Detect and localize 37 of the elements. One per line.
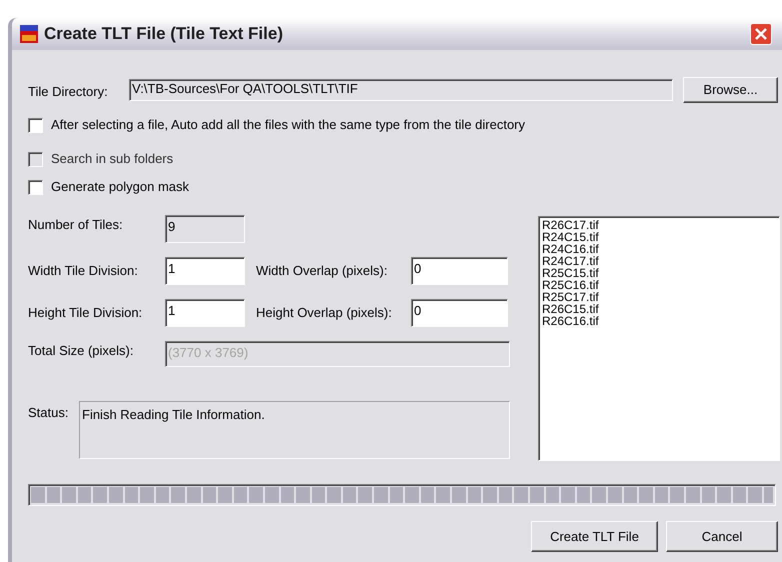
checkbox-label: Search in sub folders <box>51 150 174 168</box>
field-label: Tile Directory: <box>28 83 109 102</box>
checkbox[interactable] <box>28 180 43 194</box>
input-field[interactable]: 1 <box>165 298 245 326</box>
list-item[interactable]: R24C16.tif <box>542 244 779 255</box>
input-field[interactable]: 1 <box>165 256 245 284</box>
list-item[interactable]: R25C16.tif <box>542 280 779 291</box>
input-field[interactable]: 0 <box>411 298 508 326</box>
field-label: Total Size (pixels): <box>28 342 134 360</box>
field-label: Width Tile Division: <box>28 262 139 280</box>
list-item[interactable]: R24C17.tif <box>542 256 779 267</box>
close-button[interactable] <box>750 23 772 45</box>
input-field[interactable]: 9 <box>165 215 245 243</box>
field-label: Height Overlap (pixels): <box>256 304 393 322</box>
checkbox-label: Generate polygon mask <box>51 178 190 196</box>
app-icon <box>20 25 38 43</box>
field-label: Height Tile Division: <box>28 304 144 322</box>
checkbox[interactable] <box>28 118 43 132</box>
list-item[interactable]: R24C15.tif <box>542 232 779 243</box>
field-label: Width Overlap (pixels): <box>256 262 388 280</box>
list-item[interactable]: R26C17.tif <box>542 220 779 231</box>
dialog-button[interactable]: Cancel <box>666 521 778 552</box>
file-list[interactable]: R26C17.tif R24C15.tif R24C16.tif R24C17.tif R25C15.tif R25C16.tif R25C17.tif R26C15.tif R26C16.tif <box>538 216 780 461</box>
input-field[interactable]: V:\TB-Sources\For QA\TOOLS\TLT\TIF <box>129 79 673 101</box>
close-icon <box>755 28 767 40</box>
window-title: Create TLT File (Tile Text File) <box>44 23 283 46</box>
browse-button[interactable]: Browse... <box>683 77 778 103</box>
list-item[interactable]: R26C16.tif <box>542 316 779 327</box>
checkbox-label: After selecting a file, Auto add all the files with the same type from the tile directory <box>51 116 526 134</box>
field-label: Number of Tiles: <box>28 216 124 234</box>
list-item[interactable]: R25C15.tif <box>542 268 779 279</box>
input-field[interactable]: 0 <box>411 256 508 284</box>
list-item[interactable]: R25C17.tif <box>542 292 779 303</box>
field-label: Status: <box>28 404 70 422</box>
list-item[interactable]: R26C15.tif <box>542 304 779 315</box>
status-box: Finish Reading Tile Information. <box>79 401 510 459</box>
dialog-button[interactable]: Create TLT File <box>531 521 658 552</box>
